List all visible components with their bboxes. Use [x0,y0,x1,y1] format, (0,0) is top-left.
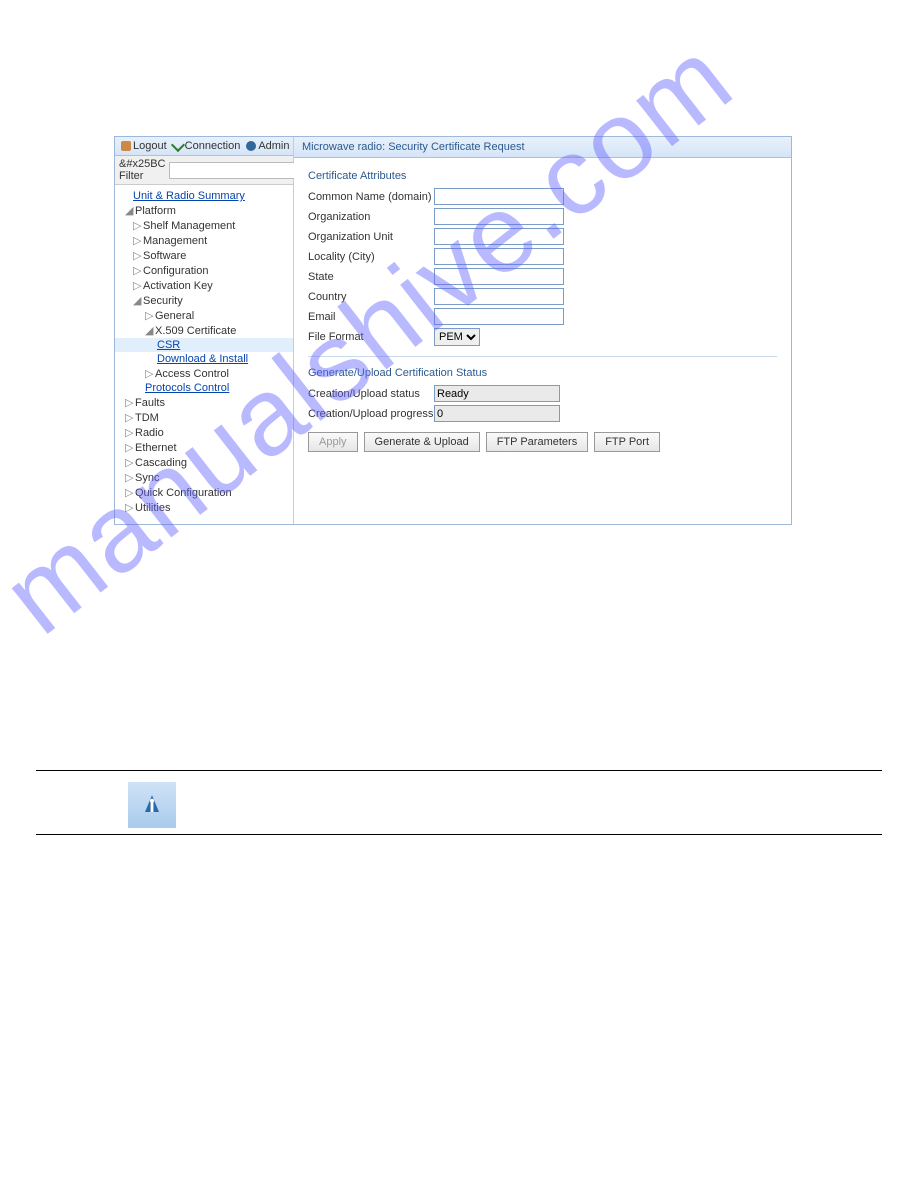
expand-icon: ▷ [133,249,141,262]
footer-logo [128,782,176,828]
status-section-title: Generate/Upload Certification Status [308,367,777,379]
tree-utilities[interactable]: ▷Utilities [115,500,293,515]
expand-icon: ▷ [133,264,141,277]
connection-label: Connection [185,140,241,152]
expand-icon: ▷ [145,367,153,380]
expand-icon: ▷ [133,279,141,292]
antenna-icon [138,791,166,819]
toolbar: Logout Connection Admin [115,137,293,156]
locality-input[interactable] [434,248,564,265]
expand-icon: ▷ [125,501,133,514]
ftp-port-button[interactable]: FTP Port [594,432,660,452]
state-input[interactable] [434,268,564,285]
main-panel: Microwave radio: Security Certificate Re… [294,137,791,524]
tree-unit-radio[interactable]: Unit & Radio Summary [115,189,293,203]
expand-icon: ▷ [125,411,133,424]
expand-icon: ▷ [125,441,133,454]
apply-button[interactable]: Apply [308,432,358,452]
tree-shelf[interactable]: ▷Shelf Management [115,218,293,233]
country-input[interactable] [434,288,564,305]
generate-upload-button[interactable]: Generate & Upload [364,432,480,452]
tree-security[interactable]: ◢Security [115,293,293,308]
expand-icon: ▷ [125,471,133,484]
tree-cascading[interactable]: ▷Cascading [115,455,293,470]
expand-icon: ▷ [125,486,133,499]
collapse-icon: ◢ [133,294,141,307]
tree-quick[interactable]: ▷Quick Configuration [115,485,293,500]
common-name-label: Common Name (domain) [308,191,434,203]
tree-general[interactable]: ▷General [115,308,293,323]
logout-link[interactable]: Logout [121,140,167,152]
tree-radio[interactable]: ▷Radio [115,425,293,440]
tree-platform[interactable]: ◢Platform [115,203,293,218]
email-input[interactable] [434,308,564,325]
file-format-select[interactable]: PEM [434,328,480,346]
tree-faults[interactable]: ▷Faults [115,395,293,410]
divider [308,356,777,357]
expand-icon: ▷ [133,234,141,247]
email-label: Email [308,311,434,323]
main-body: Certificate Attributes Common Name (doma… [294,158,791,524]
tree-activation[interactable]: ▷Activation Key [115,278,293,293]
button-row: Apply Generate & Upload FTP Parameters F… [308,432,777,452]
tree-management[interactable]: ▷Management [115,233,293,248]
admin-label: Admin [258,140,289,152]
progress-value [434,405,560,422]
status-value [434,385,560,402]
nav-tree: Unit & Radio Summary ◢Platform ▷Shelf Ma… [115,185,293,519]
tree-x509[interactable]: ◢X.509 Certificate [115,323,293,338]
progress-label: Creation/Upload progress [308,408,434,420]
filter-input[interactable] [169,162,305,179]
logout-label: Logout [133,140,167,152]
connection-link[interactable]: Connection [173,140,241,152]
org-unit-input[interactable] [434,228,564,245]
tree-access[interactable]: ▷Access Control [115,366,293,381]
filter-bar: &#x25BC Filter × [115,156,293,185]
footer-rule-bottom [36,834,882,835]
organization-label: Organization [308,211,434,223]
tree-software[interactable]: ▷Software [115,248,293,263]
user-icon [246,141,256,151]
app-window: Logout Connection Admin &#x25BC Filter ×… [114,136,792,525]
locality-label: Locality (City) [308,251,434,263]
footer-rule-top [36,770,882,771]
expand-icon: ▷ [125,456,133,469]
common-name-input[interactable] [434,188,564,205]
cert-section-title: Certificate Attributes [308,170,777,182]
ftp-parameters-button[interactable]: FTP Parameters [486,432,589,452]
filter-label: &#x25BC Filter [119,158,165,182]
status-label: Creation/Upload status [308,388,434,400]
collapse-icon: ◢ [145,324,153,337]
state-label: State [308,271,434,283]
tree-tdm[interactable]: ▷TDM [115,410,293,425]
country-label: Country [308,291,434,303]
tree-ethernet[interactable]: ▷Ethernet [115,440,293,455]
tree-protocols[interactable]: Protocols Control [115,381,293,395]
collapse-icon: ◢ [125,204,133,217]
page-title: Microwave radio: Security Certificate Re… [294,137,791,158]
tree-sync[interactable]: ▷Sync [115,470,293,485]
organization-input[interactable] [434,208,564,225]
logout-icon [121,141,131,151]
expand-icon: ▷ [125,396,133,409]
expand-icon: ▷ [133,219,141,232]
file-format-label: File Format [308,331,434,343]
tree-download[interactable]: Download & Install [115,352,293,366]
expand-icon: ▷ [125,426,133,439]
sidebar: Logout Connection Admin &#x25BC Filter ×… [115,137,294,524]
admin-link[interactable]: Admin [246,140,289,152]
org-unit-label: Organization Unit [308,231,434,243]
check-icon [171,138,185,152]
expand-icon: ▷ [145,309,153,322]
tree-csr[interactable]: CSR [115,338,293,352]
tree-configuration[interactable]: ▷Configuration [115,263,293,278]
